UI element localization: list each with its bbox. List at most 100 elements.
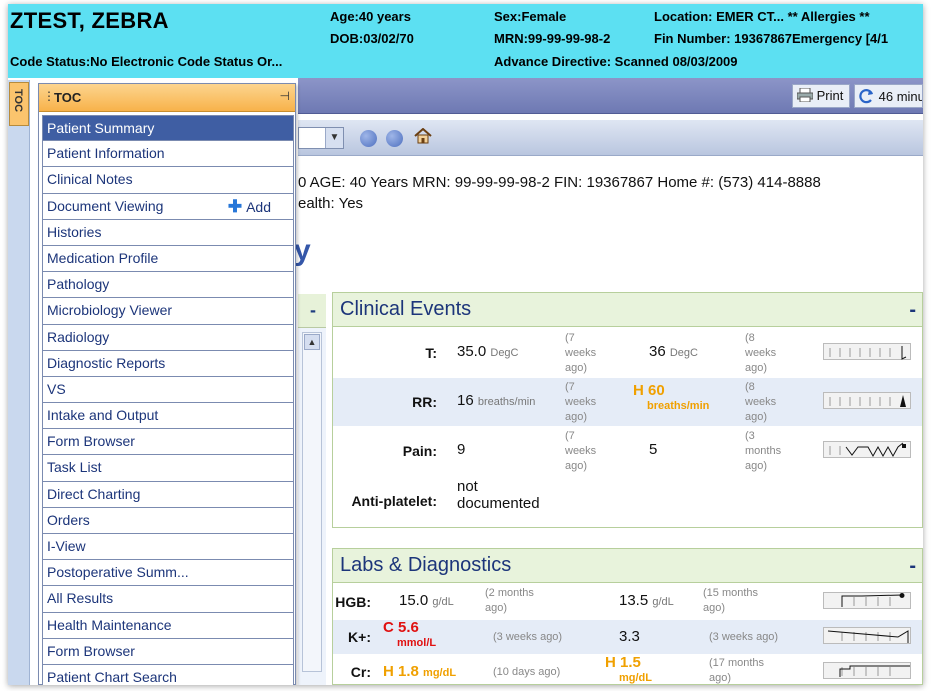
toc-item[interactable]: Patient Information [42,141,294,168]
toc-item[interactable]: Health Maintenance [42,612,294,639]
toc-item-label: I-View [47,538,86,554]
time-ago-2: (17 months ago) [709,657,765,684]
value-2: H 60 breaths/min [633,382,710,412]
value-1: 15.0 g/dL [399,592,454,609]
toc-item-label: Task List [47,459,102,476]
add-icon: ✚ [227,196,243,216]
toc-item-label: Patient Summary [47,120,155,136]
age-field: Age:40 years [330,9,411,24]
toc-item[interactable]: Intake and Output [42,403,294,430]
toc-item[interactable]: Microbiology Viewer [42,298,294,325]
collapse-icon[interactable]: - [909,299,916,322]
toc-item-label: Document Viewing [47,197,164,214]
collapse-icon[interactable]: - [909,555,916,578]
toc-item[interactable]: Pathology [42,272,294,299]
toc-title: TOC [54,90,82,105]
patient-name[interactable]: ZTEST, ZEBRA [10,8,169,34]
patient-demographics-line-2: ealth: Yes [298,195,364,212]
table-row: Anti-platelet: not documented [333,476,922,524]
toc-item-label: Postoperative Summ... [47,564,189,581]
toc-item[interactable]: VS [42,376,294,404]
value-1: C 5.6 mmol/L [383,619,437,649]
code-status-field[interactable]: Code Status:No Electronic Code Status Or… [10,54,282,69]
value-1: not documented [457,478,540,512]
back-icon[interactable] [360,130,377,147]
table-row: K+: C 5.6 mmol/L (3 weeks ago) 3.3 (3 wee… [333,620,922,654]
value-1: 35.0 DegC [457,343,519,360]
pin-icon[interactable]: ⊣ [280,89,290,103]
time-ago-1: (7 weeks ago) [565,430,597,472]
toc-item-label: Clinical Notes [47,171,133,188]
trend-sparkline[interactable] [823,392,911,409]
toc-item[interactable]: Medication Profile [42,245,294,273]
labs-diagnostics-header: Labs & Diagnostics - [333,549,922,583]
refresh-button[interactable]: 46 minu [854,84,923,108]
toc-item-label: VS [47,380,66,397]
toc-side-tab[interactable]: TOC [9,82,29,126]
toc-item-label: Direct Charting [47,485,141,502]
fin-field: Fin Number: 19367867Emergency [4/1 [654,31,889,46]
forward-icon[interactable] [386,130,403,147]
toc-item-label: Diagnostic Reports [47,354,166,371]
toc-item[interactable]: Document Viewing ✚ Add [42,193,294,220]
print-button[interactable]: Print [792,84,851,108]
row-label: HGB: [335,594,371,610]
value-2: 5 [649,441,658,458]
table-row: HGB: 15.0 g/dL (2 months ago) 13.5 g/dL … [333,585,922,619]
time-ago-2: (3 months ago) [745,430,782,472]
location-field[interactable]: Location: EMER CT... ** Allergies ** [654,9,870,24]
toc-item-label: Form Browser [47,433,135,450]
patient-banner: ZTEST, ZEBRA Age:40 years DOB:03/02/70 S… [8,4,923,78]
page-title-fragment: y [294,234,311,267]
print-icon [796,87,814,103]
toc-item[interactable]: Task List [42,455,294,482]
mrn-field: MRN:99-99-99-98-2 [494,31,611,46]
toc-item-label: Microbiology Viewer [47,302,173,319]
view-dropdown[interactable]: ▼ [298,127,344,149]
toc-item[interactable]: Patient Summary [42,115,294,142]
value-2: 36 DegC [649,343,698,360]
toc-item-label: Orders [47,511,90,528]
chevron-down-icon: ▼ [325,128,343,148]
toc-list: Patient Summary Patient Information Clinic… [42,115,294,685]
toc-item-label: Histories [47,223,102,240]
labs-diagnostics-section: Labs & Diagnostics - HGB: 15.0 g/dL (2 m… [332,548,923,685]
time-ago-1: (3 weeks ago) [493,631,563,643]
toc-item[interactable]: Form Browser [42,429,294,456]
toc-item[interactable]: Radiology [42,324,294,351]
home-icon[interactable] [414,128,432,144]
toc-item-label: Form Browser [47,642,135,659]
advance-directive-field[interactable]: Advance Directive: Scanned 08/03/2009 [494,54,738,69]
time-ago-1: (7 weeks ago) [565,381,597,423]
trend-sparkline[interactable] [823,343,911,360]
toc-item[interactable]: Clinical Notes [42,167,294,194]
toc-side-tab-label: TOC [12,89,24,113]
trend-sparkline[interactable] [823,662,911,679]
scroll-up-icon[interactable]: ▲ [304,334,320,350]
trend-sparkline[interactable] [823,627,911,644]
toc-item[interactable]: I-View [42,534,294,561]
left-component-column: - ▲ [298,294,326,685]
grip-icon[interactable]: ⋮ [43,89,55,103]
add-button[interactable]: ✚ Add [228,197,271,217]
toc-item[interactable]: Orders [42,507,294,534]
toc-side-bar: TOC [8,80,30,685]
labs-diagnostics-title: Labs & Diagnostics [340,554,512,576]
collapse-icon[interactable]: - [310,300,316,321]
add-label: Add [246,198,271,215]
toc-item[interactable]: All Results [42,586,294,613]
toc-item[interactable]: Histories [42,219,294,246]
toc-item-label: Patient Chart Search [47,668,177,685]
toc-item[interactable]: Direct Charting [42,481,294,508]
trend-sparkline[interactable] [823,441,911,458]
trend-sparkline[interactable] [823,592,911,609]
row-label: K+: [348,629,371,645]
toc-item[interactable]: Postoperative Summ... [42,560,294,587]
toc-item-label: Medication Profile [47,249,159,266]
left-scrollbar[interactable]: ▲ [302,332,322,672]
table-row: Cr: H 1.8 mg/dL (10 days ago) H 1.5 mg/dL… [333,655,922,685]
toc-item[interactable]: Form Browser [42,638,294,665]
toc-item[interactable]: Patient Chart Search [42,664,294,685]
toc-item[interactable]: Diagnostic Reports [42,350,294,377]
value-1: H 1.8 mg/dL [383,663,457,680]
